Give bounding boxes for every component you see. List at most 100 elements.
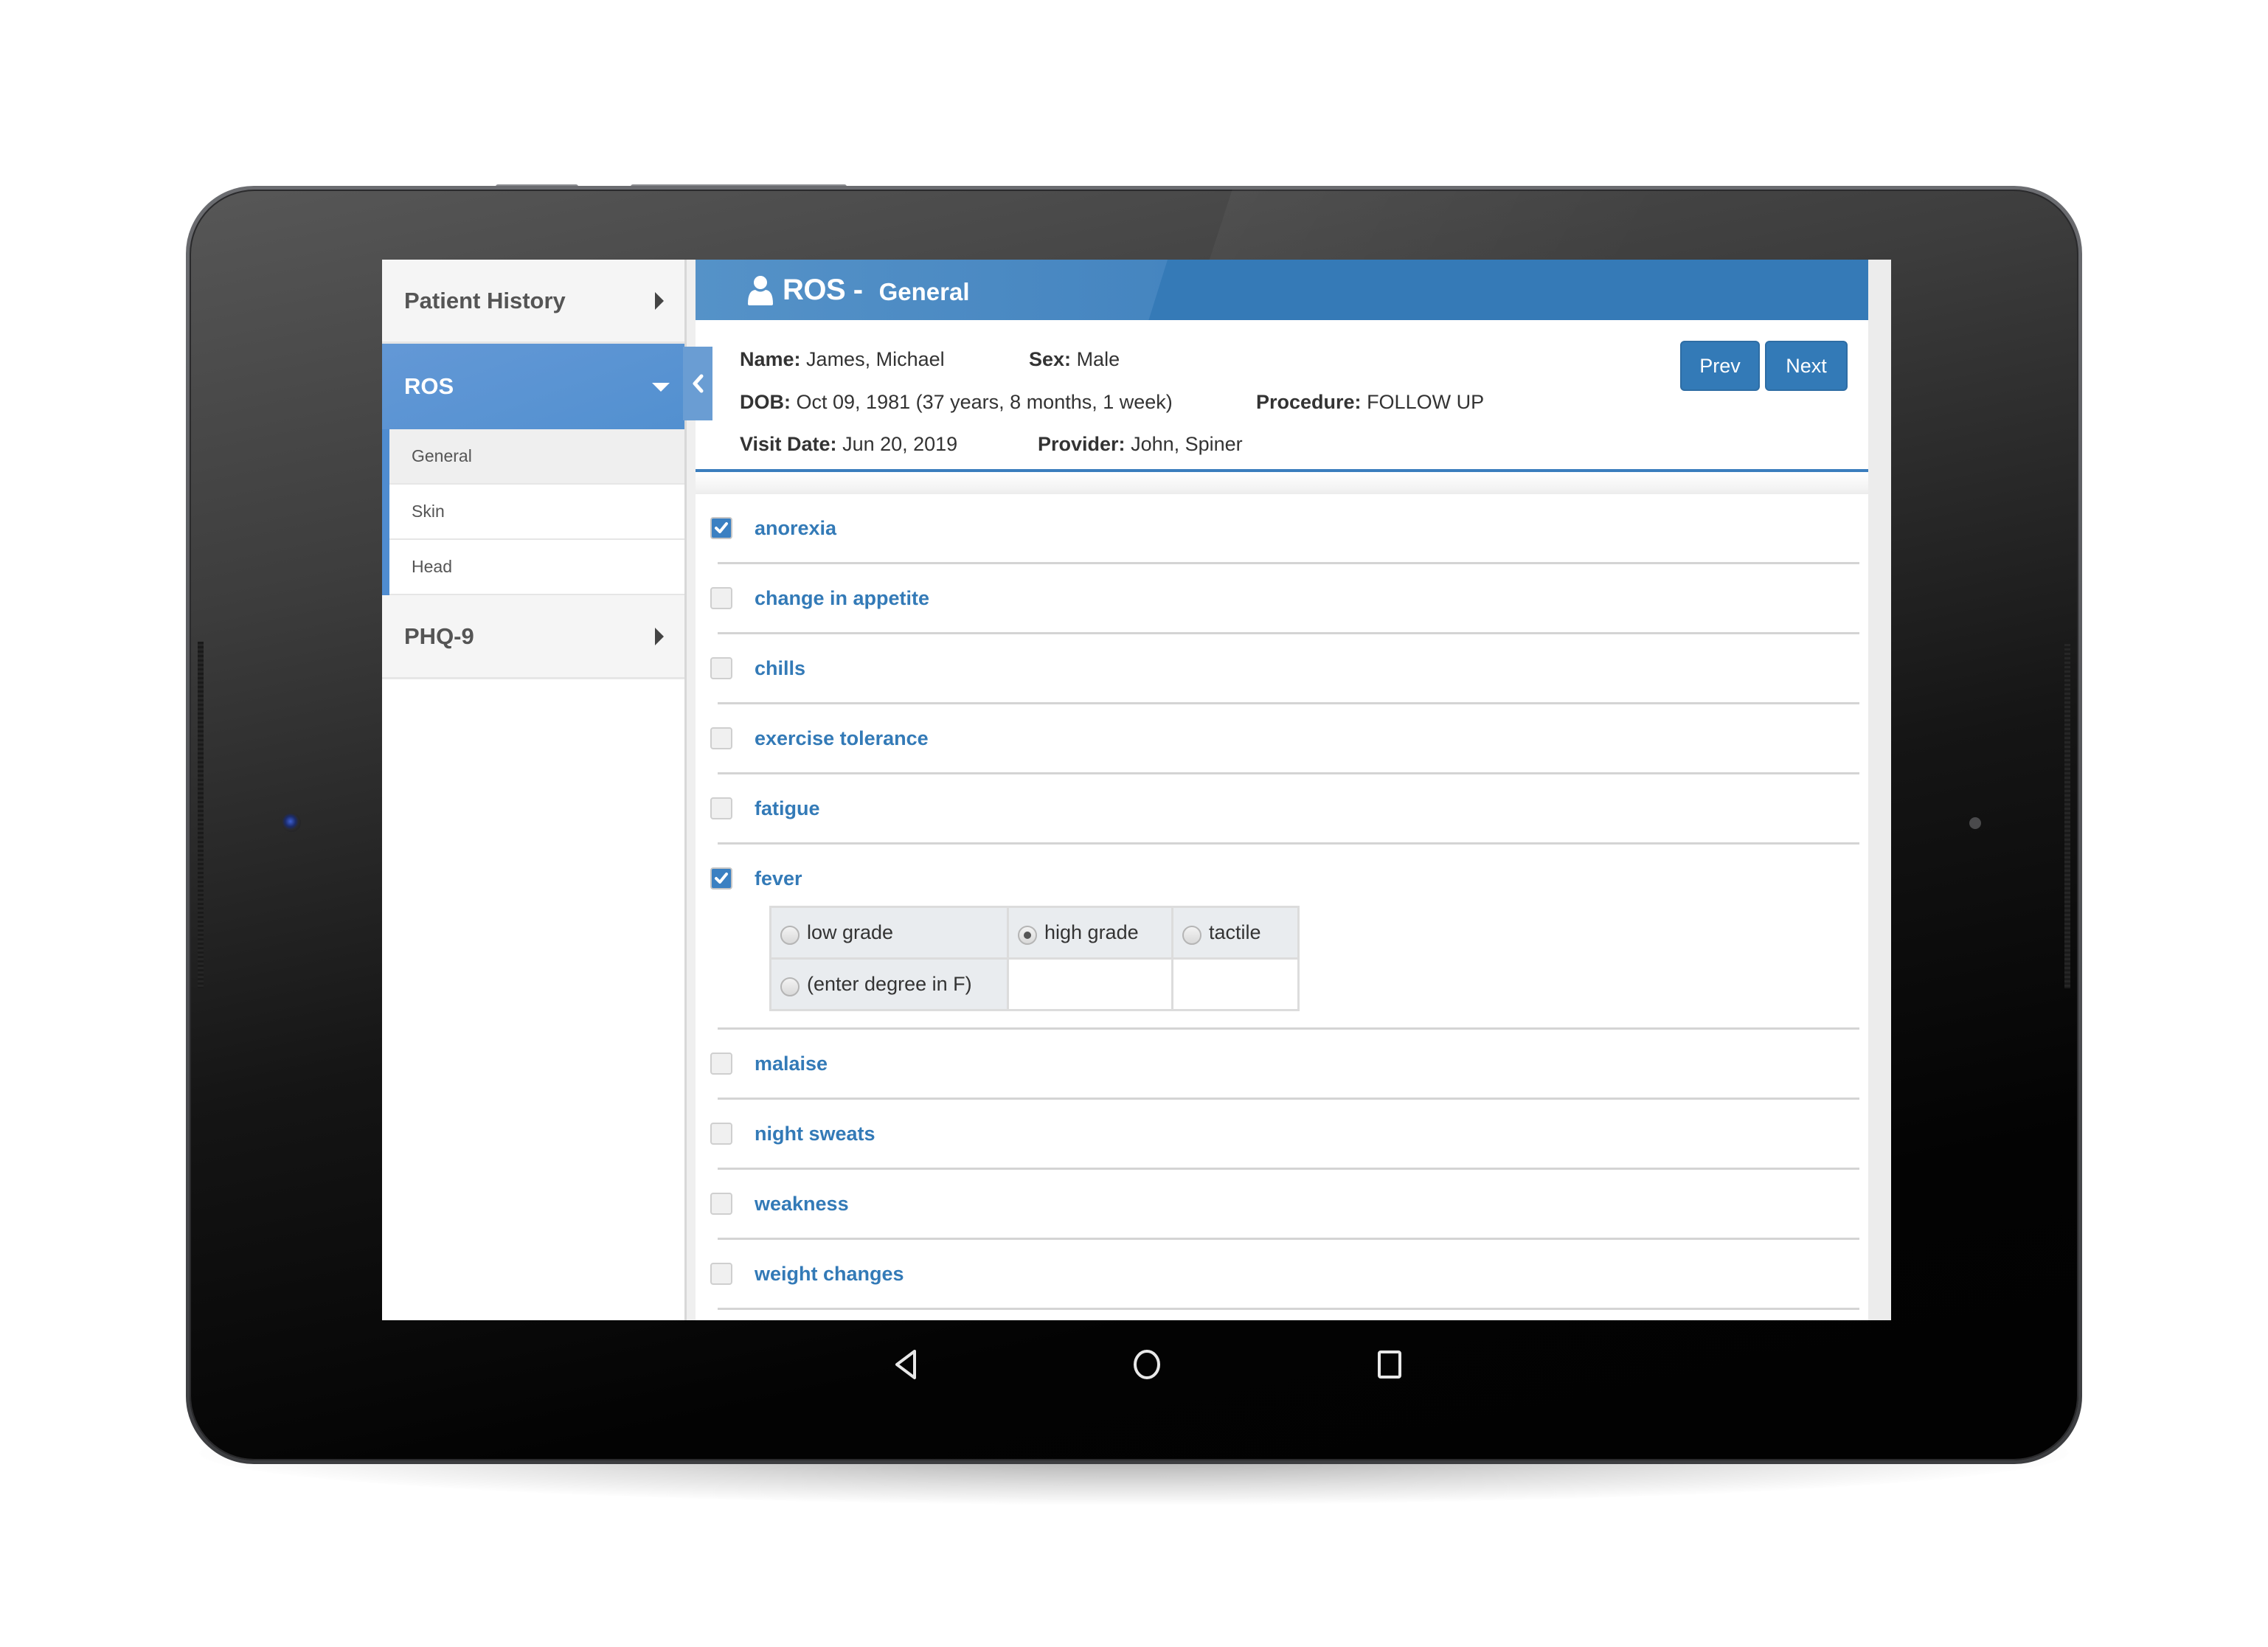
symptom-row-night-sweats: night sweats <box>710 1111 1868 1170</box>
sidebar-item-label: Skin <box>412 502 445 521</box>
symptom-label[interactable]: fever <box>755 867 802 890</box>
row-divider <box>718 632 1859 634</box>
next-button[interactable]: Next <box>1765 341 1848 391</box>
sidebar-section-phq9[interactable]: PHQ-9 <box>382 595 684 679</box>
radio-button[interactable] <box>780 925 800 945</box>
prev-button[interactable]: Prev <box>1680 341 1760 391</box>
fever-option-enter-degree[interactable]: (enter degree in F) <box>769 957 1009 1011</box>
symptom-label[interactable]: chills <box>755 657 805 680</box>
fever-option-tactile[interactable]: tactile <box>1171 906 1300 960</box>
sidebar: Patient History ROS General Skin Head PH… <box>382 260 684 1320</box>
provider-value: John, Spiner <box>1131 433 1243 455</box>
speaker-grille-right <box>2064 642 2070 988</box>
sex-value: Male <box>1076 348 1120 370</box>
sidebar-item-skin[interactable]: Skin <box>389 485 684 540</box>
symptom-label[interactable]: exercise tolerance <box>755 727 929 750</box>
radio-button-selected[interactable] <box>1018 925 1037 945</box>
symptom-checkbox[interactable] <box>710 517 732 539</box>
radio-button[interactable] <box>1182 925 1201 945</box>
caret-right-icon <box>655 627 664 645</box>
patient-procedure: Procedure: FOLLOW UP <box>1256 391 1484 414</box>
symptom-checkbox[interactable] <box>710 657 732 679</box>
procedure-label: Procedure: <box>1256 391 1362 413</box>
chevron-left-icon <box>693 374 704 393</box>
option-label: tactile <box>1209 921 1261 943</box>
sidebar-section-label: PHQ-9 <box>404 623 474 649</box>
fever-options-table: low grade high grade tactile (enter degr… <box>769 906 1300 1011</box>
checkmark-icon <box>715 873 728 884</box>
dob-label: DOB: <box>740 391 791 413</box>
symptom-list: anorexia change in appetite chills exerc… <box>696 494 1868 1310</box>
fever-option-high-grade[interactable]: high grade <box>1007 906 1173 960</box>
symptom-row-exercise-tolerance: exercise tolerance <box>710 715 1868 774</box>
row-divider <box>718 702 1859 704</box>
symptom-row-fatigue: fatigue <box>710 786 1868 845</box>
empty-cell <box>1007 957 1173 1011</box>
collapse-sidebar-button[interactable] <box>683 347 712 420</box>
row-divider <box>718 1098 1859 1100</box>
symptom-row-weight-changes: weight changes <box>710 1251 1868 1310</box>
symptom-checkbox[interactable] <box>710 1053 732 1075</box>
radio-button[interactable] <box>780 977 800 996</box>
visit-date: Visit Date: Jun 20, 2019 <box>740 433 957 456</box>
symptom-label[interactable]: anorexia <box>755 517 836 540</box>
visit-date-value: Jun 20, 2019 <box>842 433 958 455</box>
symptom-label[interactable]: weakness <box>755 1193 849 1216</box>
symptom-checkbox[interactable] <box>710 1263 732 1285</box>
app-screen: Patient History ROS General Skin Head PH… <box>382 260 1891 1320</box>
sidebar-submenu-ros: General Skin Head <box>382 429 684 595</box>
symptom-label[interactable]: night sweats <box>755 1123 875 1145</box>
back-icon[interactable] <box>892 1348 922 1381</box>
fever-option-low-grade[interactable]: low grade <box>769 906 1009 960</box>
user-icon <box>748 276 773 305</box>
symptom-row-fever: fever low grade high grade tactile (ente… <box>710 856 1868 1030</box>
option-label: (enter degree in F) <box>807 973 972 995</box>
visit-date-label: Visit Date: <box>740 433 837 455</box>
symptom-checkbox[interactable] <box>710 1193 732 1215</box>
symptom-label[interactable]: malaise <box>755 1053 828 1075</box>
name-value: James, Michael <box>806 348 945 370</box>
symptom-checkbox[interactable] <box>710 867 732 890</box>
speaker-grille-left <box>198 642 204 988</box>
page-header: ROS - General <box>696 260 1868 320</box>
symptom-label[interactable]: change in appetite <box>755 587 929 610</box>
caret-right-icon <box>655 291 664 310</box>
symptom-row-anorexia: anorexia <box>710 505 1868 564</box>
symptom-row-change-in-appetite: change in appetite <box>710 575 1868 634</box>
option-label: high grade <box>1044 921 1139 943</box>
dob-value: Oct 09, 1981 (37 years, 8 months, 1 week… <box>796 391 1173 413</box>
row-divider <box>718 1308 1859 1310</box>
row-divider <box>718 1168 1859 1170</box>
empty-cell <box>1171 957 1300 1011</box>
sidebar-section-label: ROS <box>404 373 454 399</box>
symptom-row-chills: chills <box>710 645 1868 704</box>
row-divider <box>718 842 1859 845</box>
symptom-label[interactable]: fatigue <box>755 797 820 820</box>
symptom-row-malaise: malaise <box>710 1041 1868 1100</box>
option-label: low grade <box>807 921 894 943</box>
scrollbar-track[interactable] <box>1868 260 1891 1320</box>
sidebar-item-general[interactable]: General <box>389 429 684 485</box>
row-divider <box>718 562 1859 564</box>
symptom-checkbox[interactable] <box>710 797 732 819</box>
caret-down-icon <box>652 383 670 392</box>
symptom-checkbox[interactable] <box>710 587 732 609</box>
sidebar-section-ros[interactable]: ROS <box>382 344 684 429</box>
sidebar-section-label: Patient History <box>404 287 566 313</box>
recents-icon[interactable] <box>1375 1348 1404 1381</box>
symptom-checkbox[interactable] <box>710 727 732 749</box>
sidebar-section-patient-history[interactable]: Patient History <box>382 260 684 344</box>
page-title: ROS - <box>783 273 863 306</box>
sidebar-item-head[interactable]: Head <box>389 540 684 595</box>
symptom-label[interactable]: weight changes <box>755 1263 904 1286</box>
sidebar-item-label: Head <box>412 557 452 576</box>
sidebar-item-label: General <box>412 446 472 465</box>
symptom-row-weakness: weakness <box>710 1181 1868 1240</box>
sex-label: Sex: <box>1029 348 1072 370</box>
main-content: ROS - General Name: James, Michael Sex: … <box>696 260 1868 1320</box>
symptom-checkbox[interactable] <box>710 1123 732 1145</box>
row-divider <box>718 1027 1859 1030</box>
home-icon[interactable] <box>1132 1348 1162 1381</box>
patient-name: Name: James, Michael <box>740 348 945 371</box>
procedure-value: FOLLOW UP <box>1367 391 1485 413</box>
